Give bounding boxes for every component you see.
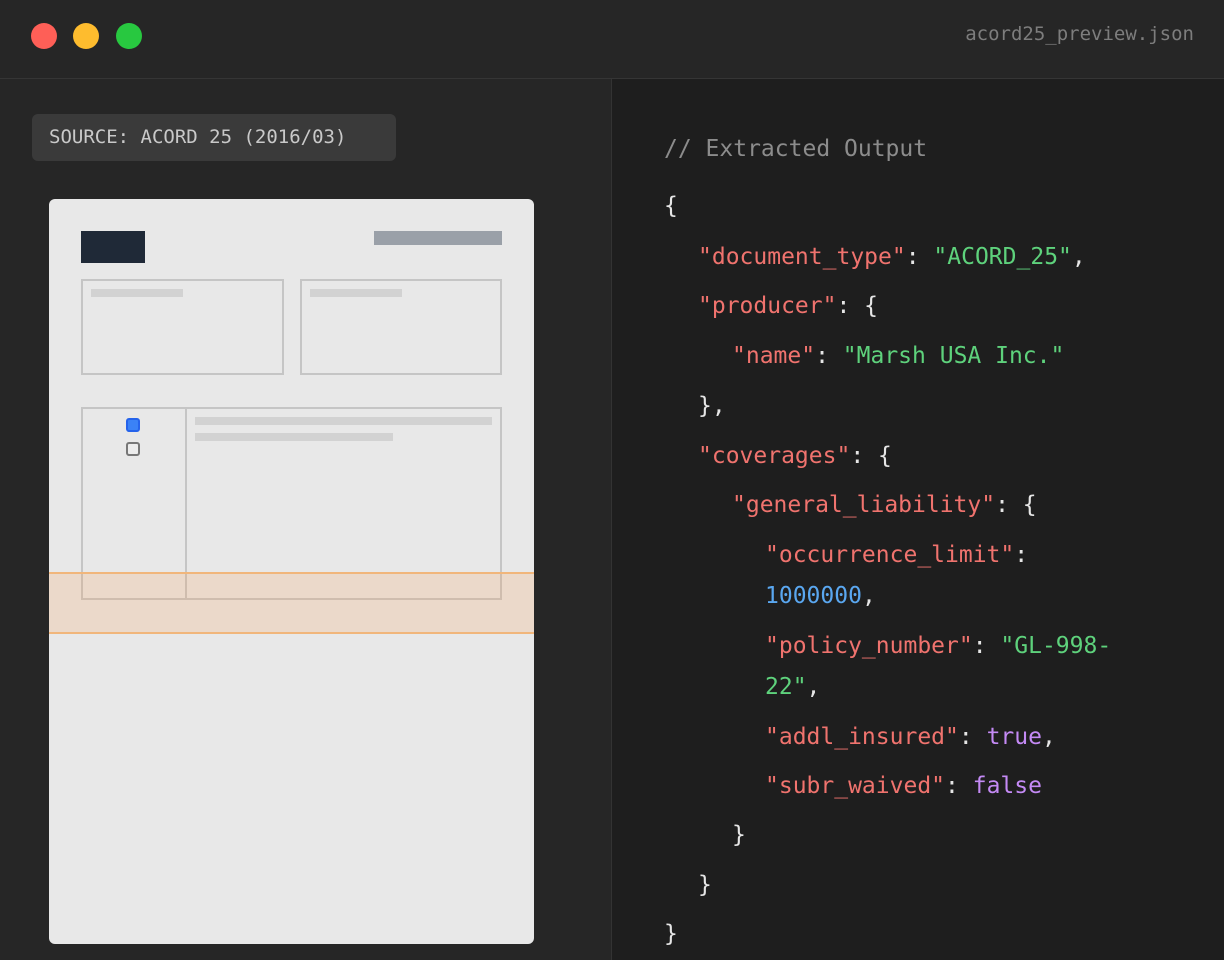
json-string-value: "ACORD_25" xyxy=(933,244,1072,270)
code-comment: // Extracted Output xyxy=(664,136,928,162)
json-boolean-value: false xyxy=(972,773,1042,799)
document-thumbnail[interactable] xyxy=(49,199,534,944)
document-logo-block xyxy=(81,231,145,263)
json-close-brace: } xyxy=(664,921,678,947)
json-line-occurrence-limit-value: 1000000, xyxy=(765,583,876,609)
json-line-policy-number: "policy_number": "GL-998- xyxy=(765,633,1112,659)
json-string-value: "Marsh USA Inc." xyxy=(842,343,1065,369)
json-line-coverages: "coverages": { xyxy=(698,443,892,469)
json-string-value: 22" xyxy=(765,674,807,700)
json-output-pane: // Extracted Output { "document_type": "… xyxy=(612,79,1224,960)
json-close-general-liability: } xyxy=(732,822,746,848)
unchecked-checkbox xyxy=(126,442,140,456)
json-boolean-value: true xyxy=(986,724,1042,750)
json-key: "occurrence_limit" xyxy=(765,542,1015,568)
extraction-highlight-region xyxy=(49,572,534,634)
minimize-window-button[interactable] xyxy=(73,23,99,49)
text-placeholder xyxy=(195,417,492,425)
json-line-policy-number-wrap: 22", xyxy=(765,674,821,700)
document-title-placeholder xyxy=(374,231,502,245)
json-string-value: "GL-998- xyxy=(1000,633,1112,659)
json-open-brace: { xyxy=(664,193,678,219)
window-filename: acord25_preview.json xyxy=(965,23,1194,45)
json-line-producer: "producer": { xyxy=(698,293,879,319)
json-line-document-type: "document_type": "ACORD_25", xyxy=(698,244,1086,270)
maximize-window-button[interactable] xyxy=(116,23,142,49)
text-placeholder xyxy=(195,433,393,441)
json-key: "general_liability" xyxy=(732,492,996,518)
json-key: "policy_number" xyxy=(765,633,973,659)
json-key: "coverages" xyxy=(698,443,851,469)
json-number-value: 1000000 xyxy=(765,583,862,609)
json-line-name: "name": "Marsh USA Inc." xyxy=(732,343,1065,369)
checked-checkbox xyxy=(126,418,140,432)
json-key: "addl_insured" xyxy=(765,724,959,750)
text-placeholder xyxy=(310,289,402,297)
json-key: "subr_waived" xyxy=(765,773,946,799)
json-line-subr-waived: "subr_waived": false xyxy=(765,773,1042,799)
json-line-occurrence-limit: "occurrence_limit": xyxy=(765,542,1029,568)
json-close-coverages: } xyxy=(698,872,712,898)
title-bar: acord25_preview.json xyxy=(0,0,1224,79)
document-preview-pane: SOURCE: ACORD 25 (2016/03) xyxy=(0,79,612,960)
json-line-general-liability: "general_liability": { xyxy=(732,492,1037,518)
close-window-button[interactable] xyxy=(31,23,57,49)
json-close-producer: }, xyxy=(698,393,726,419)
json-line-addl-insured: "addl_insured": true, xyxy=(765,724,1056,750)
text-placeholder xyxy=(91,289,183,297)
json-key: "name" xyxy=(732,343,816,369)
source-tag: SOURCE: ACORD 25 (2016/03) xyxy=(32,114,396,161)
json-key: "producer" xyxy=(698,293,837,319)
json-key: "document_type" xyxy=(698,244,906,270)
